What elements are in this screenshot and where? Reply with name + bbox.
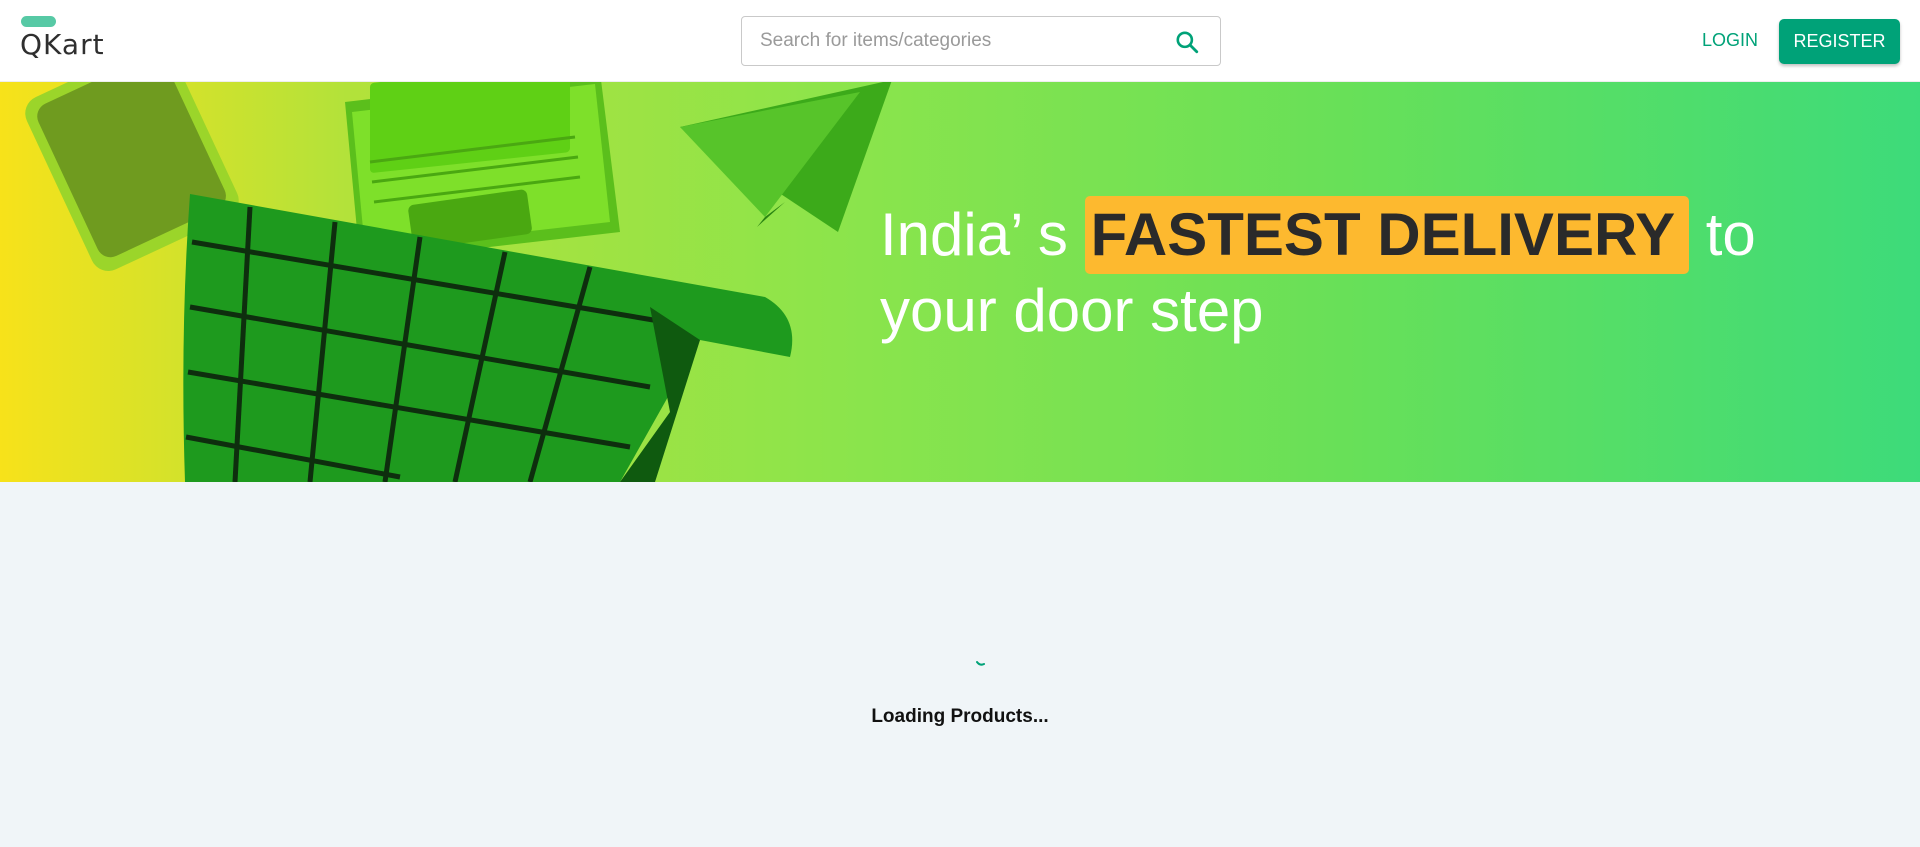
header: QKart LOGIN REGISTER (0, 0, 1920, 82)
hero-highlight: FASTEST DELIVERY (1084, 196, 1690, 274)
loading-text: Loading Products... (871, 706, 1049, 727)
logo-accent-bar (21, 16, 56, 27)
loading-spinner-icon (976, 661, 985, 666)
search-icon[interactable] (1174, 29, 1200, 55)
qkart-logo[interactable]: QKart (20, 16, 120, 66)
search-box (741, 16, 1221, 66)
products-area: Loading Products... (0, 482, 1920, 847)
search-input[interactable] (758, 17, 1158, 65)
logo-text: QKart (20, 28, 105, 61)
hero-banner: India’ s FASTEST DELIVERY to your door s… (0, 82, 1920, 482)
register-button[interactable]: REGISTER (1779, 19, 1900, 64)
login-button[interactable]: LOGIN (1690, 22, 1770, 58)
shopping-illustration (25, 82, 892, 482)
paper-plane-illustration (680, 82, 892, 232)
hero-text-before: India’ s (880, 201, 1085, 268)
hero-headline: India’ s FASTEST DELIVERY to your door s… (880, 196, 1780, 348)
